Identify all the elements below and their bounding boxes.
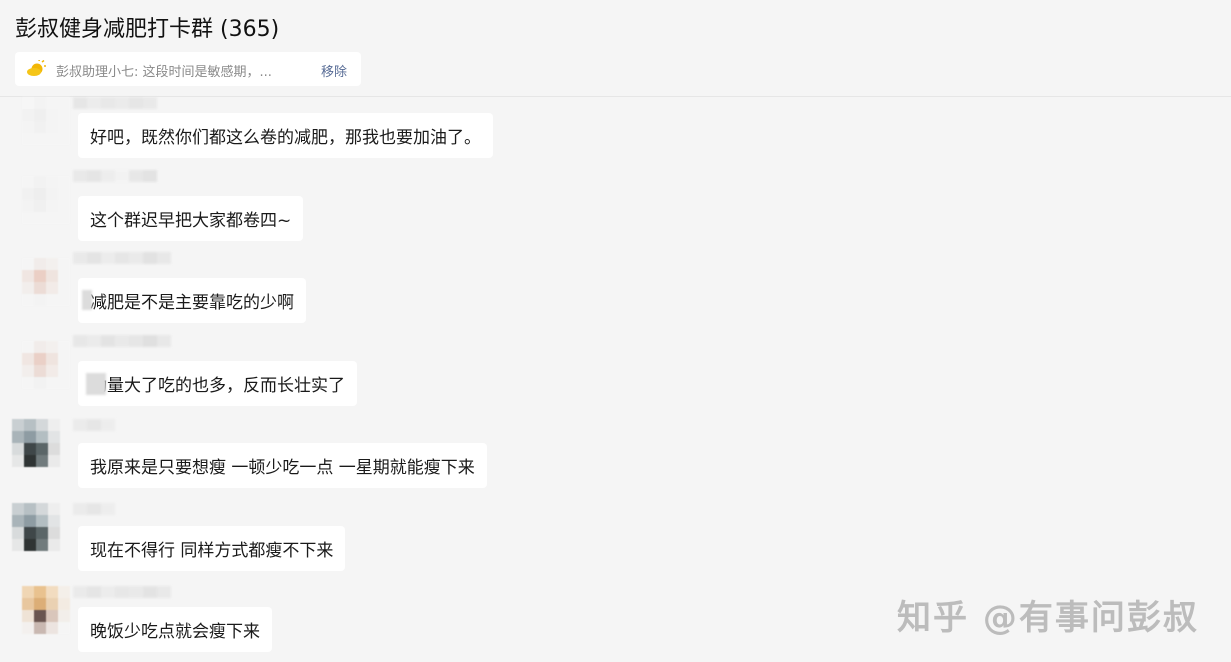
sender-nickname-blurred [73,252,171,266]
sender-nickname-blurred [73,586,171,600]
sender-nickname-blurred [73,97,157,111]
group-notice-bar[interactable]: 彭叔助理小七: 这段时间是敏感期，... 移除 [15,52,361,86]
chat-message: 现在不得行 同样方式都瘦不下来 [0,497,700,577]
redaction-smear [86,373,106,395]
avatar[interactable] [22,586,70,634]
chat-message: 这个群迟早把大家都卷四~ [0,168,700,248]
message-bubble[interactable]: 动量大了吃的也多，反而长壮实了 [78,361,357,406]
message-bubble[interactable]: 我原来是只要想瘦 一顿少吃一点 一星期就能瘦下来 [78,443,487,488]
chat-message: 减肥是不是主要靠吃的少啊 [0,250,700,330]
notice-remove-button[interactable]: 移除 [321,61,347,80]
chat-message: 动量大了吃的也多，反而长壮实了 [0,333,700,413]
sender-nickname-blurred [73,335,171,349]
avatar[interactable] [22,341,70,389]
sender-nickname-blurred [73,503,115,517]
avatar[interactable] [12,503,60,551]
message-bubble[interactable]: 晚饭少吃点就会瘦下来 [78,607,272,652]
group-title: 彭叔健身减肥打卡群 (365) [15,17,280,42]
avatar[interactable] [22,176,70,224]
avatar[interactable] [12,419,60,467]
redaction-smear [82,290,92,310]
avatar[interactable] [22,97,70,145]
chat-message: 晚饭少吃点就会瘦下来 [0,580,700,660]
message-bubble[interactable]: 现在不得行 同样方式都瘦不下来 [78,526,346,571]
notice-text: 彭叔助理小七: 这段时间是敏感期，... [56,65,272,80]
chat-message: 我原来是只要想瘦 一顿少吃一点 一星期就能瘦下来 [0,415,700,495]
zhihu-watermark: 知乎 @有事问彭叔 [897,598,1199,638]
message-bubble[interactable]: 减肥是不是主要靠吃的少啊 [78,278,306,323]
sender-nickname-blurred [73,170,157,184]
avatar[interactable] [22,258,70,306]
message-bubble[interactable]: 这个群迟早把大家都卷四~ [78,196,304,241]
notice-sun-icon [27,60,46,76]
message-bubble[interactable]: 好吧，既然你们都这么卷的减肥，那我也要加油了。 [78,113,493,158]
chat-header: 彭叔健身减肥打卡群 (365) 彭叔助理小七: 这段时间是敏感期，... 移除 [0,0,1231,97]
sender-nickname-blurred [73,419,115,433]
chat-message: 好吧，既然你们都这么卷的减肥，那我也要加油了。 [0,97,700,177]
